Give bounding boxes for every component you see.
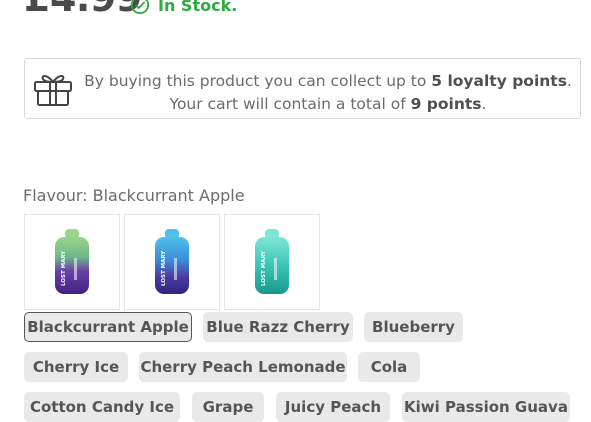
loyalty-line-1: By buying this product you can collect u…: [84, 72, 572, 90]
gift-icon: [33, 71, 73, 111]
flavour-option-cherry-peach-lemonade[interactable]: Cherry Peach Lemonade: [139, 352, 347, 382]
flavour-option-cherry-ice[interactable]: Cherry Ice: [24, 352, 128, 382]
stock-status: In Stock.: [130, 0, 237, 16]
flavour-thumbnail[interactable]: LOST MARY: [124, 214, 220, 310]
flavour-thumbnail[interactable]: LOST MARY: [224, 214, 320, 310]
vape-device-image: LOST MARY: [55, 229, 89, 294]
flavour-option-juicy-peach[interactable]: Juicy Peach: [276, 392, 390, 422]
vape-device-image: LOST MARY: [255, 229, 289, 294]
loyalty-points-earned: 5 loyalty points: [431, 72, 567, 90]
loyalty-points-total: 9 points: [410, 95, 482, 113]
flavour-thumbnails: LOST MARY LOST MARY LOST MARY: [24, 214, 320, 310]
flavour-option-grape[interactable]: Grape: [192, 392, 264, 422]
svg-text:LOST MARY: LOST MARY: [61, 250, 67, 286]
flavour-option-blackcurrant-apple[interactable]: Blackcurrant Apple: [24, 312, 192, 342]
svg-text:LOST MARY: LOST MARY: [261, 250, 267, 286]
flavour-option-cotton-candy-ice[interactable]: Cotton Candy Ice: [24, 392, 180, 422]
flavour-option-kiwi-passion-guava[interactable]: Kiwi Passion Guava: [402, 392, 570, 422]
svg-text:LOST MARY: LOST MARY: [161, 250, 167, 286]
vape-device-image: LOST MARY: [155, 229, 189, 294]
flavour-thumbnail[interactable]: LOST MARY: [24, 214, 120, 310]
product-price: £4.99: [24, 0, 142, 20]
check-circle-icon: [130, 0, 150, 15]
loyalty-points-box: By buying this product you can collect u…: [24, 58, 581, 119]
loyalty-line-2: Your cart will contain a total of 9 poin…: [169, 95, 487, 113]
loyalty-message: By buying this product you can collect u…: [83, 70, 573, 116]
flavour-option-blue-razz-cherry[interactable]: Blue Razz Cherry: [203, 312, 353, 342]
flavour-label: Flavour: Blackcurrant Apple: [23, 186, 245, 205]
flavour-option-blueberry[interactable]: Blueberry: [364, 312, 463, 342]
stock-status-text: In Stock.: [158, 0, 238, 15]
flavour-option-cola[interactable]: Cola: [358, 352, 420, 382]
